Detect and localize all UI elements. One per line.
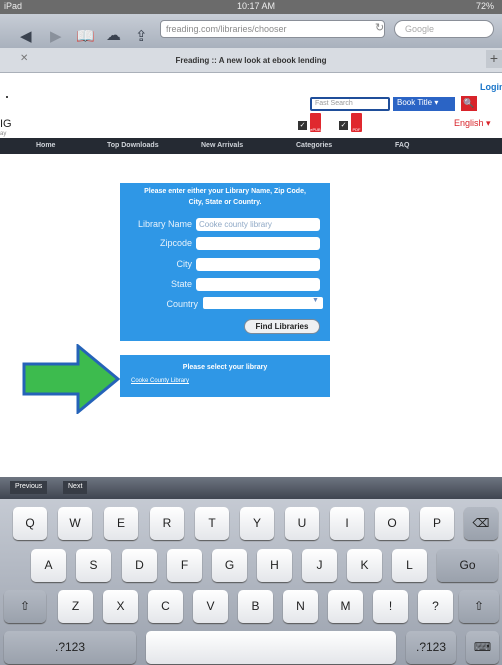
new-tab-button[interactable]: + xyxy=(486,50,502,68)
library-results-panel xyxy=(120,355,330,397)
key-u[interactable]: U xyxy=(285,507,319,540)
key-s[interactable]: S xyxy=(76,549,111,582)
key-question[interactable]: ? xyxy=(418,590,453,623)
previous-button[interactable]: Previous xyxy=(10,481,48,494)
pdf-format-icon: PDF xyxy=(351,113,362,132)
epub-checkbox[interactable]: ✓ xyxy=(298,121,307,130)
key-j[interactable]: J xyxy=(302,549,337,582)
key-y[interactable]: Y xyxy=(240,507,274,540)
zipcode-input[interactable] xyxy=(196,237,320,250)
nav-home[interactable]: Home xyxy=(36,142,55,149)
share-icon[interactable]: ⇪ xyxy=(135,27,148,45)
pdf-checkbox[interactable]: ✓ xyxy=(339,121,348,130)
chooser-prompt: Please enter either your Library Name, Z… xyxy=(124,186,326,208)
main-nav xyxy=(0,138,502,154)
key-v[interactable]: V xyxy=(193,590,228,623)
state-label: State xyxy=(170,279,192,289)
device-label: iPad xyxy=(4,1,23,11)
key-w[interactable]: W xyxy=(58,507,92,540)
key-a[interactable]: A xyxy=(31,549,66,582)
key-x[interactable]: X xyxy=(103,590,138,623)
nav-categories[interactable]: Categories xyxy=(296,142,332,149)
reload-icon[interactable]: ↻ xyxy=(375,21,384,34)
state-input[interactable] xyxy=(196,278,320,291)
search-go-button[interactable]: 🔍 xyxy=(461,96,477,111)
key-c[interactable]: C xyxy=(148,590,183,623)
key-i[interactable]: I xyxy=(330,507,364,540)
chooser-prompt-line1: Please enter either your Library Name, Z… xyxy=(144,188,306,195)
tab-title[interactable]: Freading :: A new look at ebook lending xyxy=(0,56,502,65)
key-k[interactable]: K xyxy=(347,549,382,582)
browser-search-field[interactable]: Google xyxy=(394,20,494,38)
key-m[interactable]: M xyxy=(328,590,363,623)
key-f[interactable]: F xyxy=(167,549,202,582)
nav-top-downloads[interactable]: Top Downloads xyxy=(107,142,159,149)
key-z[interactable]: Z xyxy=(58,590,93,623)
country-label: Country xyxy=(166,299,198,309)
hide-keyboard-icon[interactable]: ⌨ xyxy=(466,631,499,664)
city-label: City xyxy=(176,259,193,269)
select-library-prompt: Please select your library xyxy=(182,364,268,371)
site-logo: IG xyxy=(0,118,12,130)
zipcode-label: Zipcode xyxy=(159,238,192,248)
nav-new-arrivals[interactable]: New Arrivals xyxy=(201,142,243,149)
back-icon[interactable]: ◀ xyxy=(20,27,32,45)
site-search-input[interactable]: Fast Search xyxy=(310,97,390,111)
key-b[interactable]: B xyxy=(238,590,273,623)
site-logo-tagline: ay xyxy=(0,131,7,137)
epub-format-icon: ePUB xyxy=(310,113,321,132)
cloud-icon[interactable]: ☁ xyxy=(106,26,121,44)
numbers-right-key[interactable]: .?123 xyxy=(406,631,456,664)
library-name-input[interactable]: Cooke county library xyxy=(196,218,320,231)
chooser-prompt-line2: City, State or Country. xyxy=(188,199,262,206)
key-o[interactable]: O xyxy=(375,507,409,540)
status-time: 10:17 AM xyxy=(237,1,276,11)
numbers-left-key[interactable]: .?123 xyxy=(4,631,136,664)
login-link[interactable]: Login xyxy=(480,82,502,92)
decorative-dot xyxy=(6,96,8,98)
forward-icon[interactable]: ▶ xyxy=(50,27,62,45)
status-bar: iPad 10:17 AM 72% xyxy=(0,0,502,14)
key-d[interactable]: D xyxy=(122,549,157,582)
chevron-down-icon: ▼ xyxy=(312,297,319,304)
space-key[interactable] xyxy=(146,631,396,664)
go-key[interactable]: Go xyxy=(437,549,498,582)
library-result-link[interactable]: Cooke County Library xyxy=(131,378,189,384)
key-n[interactable]: N xyxy=(283,590,318,623)
find-libraries-button[interactable]: Find Libraries xyxy=(244,319,320,334)
key-t[interactable]: T xyxy=(195,507,229,540)
library-name-label: Library Name xyxy=(137,219,192,229)
key-e[interactable]: E xyxy=(104,507,138,540)
backspace-key[interactable]: ⌫ xyxy=(464,507,498,540)
shift-left-key[interactable]: ⇧ xyxy=(4,590,46,623)
arrow-icon xyxy=(22,344,120,414)
key-p[interactable]: P xyxy=(420,507,454,540)
key-h[interactable]: H xyxy=(257,549,292,582)
key-exclamation[interactable]: ! xyxy=(373,590,408,623)
search-type-select[interactable]: Book Title ▾ xyxy=(393,97,455,111)
next-button[interactable]: Next xyxy=(63,481,88,494)
key-g[interactable]: G xyxy=(212,549,247,582)
battery-label: 72% xyxy=(476,1,495,11)
key-q[interactable]: Q xyxy=(13,507,47,540)
country-select[interactable] xyxy=(203,297,323,309)
shift-right-key[interactable]: ⇧ xyxy=(459,590,499,623)
language-select[interactable]: English ▾ xyxy=(454,118,491,129)
key-l[interactable]: L xyxy=(392,549,427,582)
bookmarks-icon[interactable]: 📖 xyxy=(76,27,95,45)
url-bar[interactable]: freading.com/libraries/chooser xyxy=(160,20,385,38)
city-input[interactable] xyxy=(196,258,320,271)
nav-faq[interactable]: FAQ xyxy=(395,142,409,149)
key-r[interactable]: R xyxy=(150,507,184,540)
